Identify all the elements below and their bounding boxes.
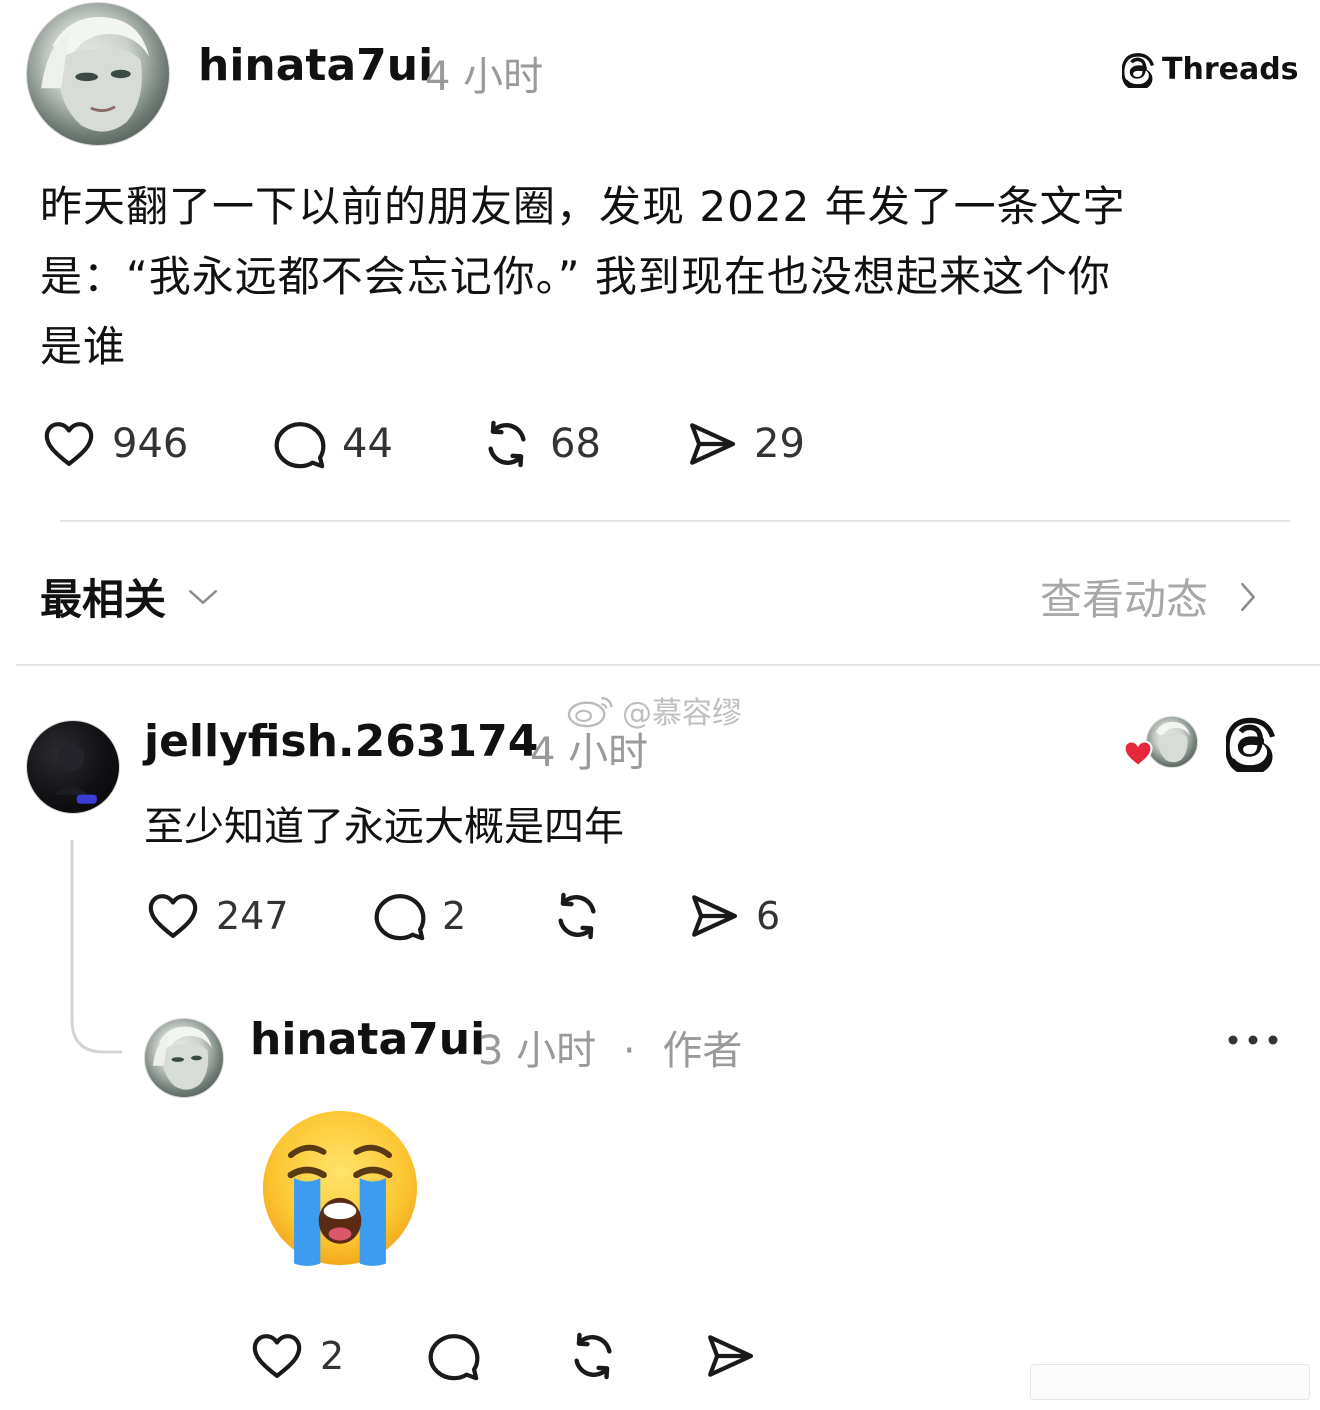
heart-icon [148,894,198,938]
view-activity-link[interactable]: 查看动态 [1040,566,1258,627]
reply-author-username[interactable]: jellyfish.263174 [144,716,538,767]
chevron-right-icon [1241,582,1255,611]
reply-text: 至少知道了永远大概是四年 [144,804,624,850]
reply-author-avatar[interactable] [26,720,120,814]
post-repost-button[interactable]: 68 [478,416,601,472]
threads-brand-label: Threads [1162,51,1299,87]
view-activity-label: 查看动态 [1040,575,1209,624]
post-time: 4 小时 [425,54,544,100]
liked-by-author-indicator [1120,716,1200,770]
post-share-count: 29 [754,421,805,467]
post-like-button[interactable]: 946 [40,416,188,472]
repost-icon [558,892,596,940]
author-reply-avatar[interactable] [144,1018,224,1098]
post-author-avatar[interactable] [26,2,170,146]
reply-time: 4 小时 [530,730,649,776]
heart-icon [44,422,94,466]
reply-like-count: 247 [216,894,289,938]
repost-icon [574,1332,612,1380]
thread-connector-line [70,840,122,1054]
send-icon [708,1335,754,1377]
reply-share-button[interactable]: 6 [686,888,780,944]
author-reply-comment-button[interactable] [426,1328,482,1384]
meta-separator: · [622,1028,636,1074]
author-reply-repost-button[interactable] [564,1328,622,1384]
sort-divider [16,664,1320,666]
post-comment-count: 44 [342,421,393,467]
post-repost-count: 68 [550,421,601,467]
post-body: 昨天翻了一下以前的朋友圈，发现 2022 年发了一条文字 是：“我永远都不会忘记… [40,172,1300,382]
heart-icon [252,1334,302,1378]
sort-label: 最相关 [40,575,167,624]
comment-bubble-icon [274,422,326,469]
chevron-down-icon [188,589,218,604]
send-icon [692,895,738,937]
reply-comment-button[interactable]: 2 [372,888,466,944]
loudly-crying-face-emoji [262,1110,418,1266]
reply-comment-count: 2 [442,894,467,938]
red-heart-icon [1123,740,1153,768]
author-reply-share-button[interactable] [702,1328,758,1384]
reply-share-count: 6 [756,894,781,938]
author-tag: 作者 [662,1028,743,1074]
bottom-overlay-box [1030,1364,1310,1400]
post-author-username[interactable]: hinata7ui [198,40,433,91]
author-reply-meta: 3 小时 · 作者 [478,1018,742,1076]
comment-bubble-icon [374,894,426,941]
post-comment-button[interactable]: 44 [272,416,393,472]
author-reply-username[interactable]: hinata7ui [250,1014,485,1065]
repost-icon [488,420,526,468]
post-text-line-2: 是：“我永远都不会忘记你。” 我到现在也没想起来这个你 [40,252,1111,301]
author-reply-time: 3 小时 [478,1028,597,1074]
post-divider [60,520,1290,522]
post-share-button[interactable]: 29 [684,416,805,472]
threads-logo-icon [1122,53,1155,88]
threads-brand[interactable]: Threads [1122,50,1299,88]
send-icon [690,423,736,465]
more-options-icon[interactable] [1226,1030,1280,1050]
comment-bubble-icon [428,1334,480,1381]
post-text-line-1: 昨天翻了一下以前的朋友圈，发现 2022 年发了一条文字 [40,182,1126,231]
post-text-line-3: 是谁 [40,322,127,371]
threads-logo-icon[interactable] [1226,712,1278,772]
author-reply-like-button[interactable]: 2 [248,1328,344,1384]
reply-like-button[interactable]: 247 [144,888,289,944]
reply-repost-button[interactable] [548,888,606,944]
sort-dropdown[interactable]: 最相关 [40,566,220,627]
post-like-count: 946 [112,421,189,467]
author-reply-like-count: 2 [320,1334,345,1378]
